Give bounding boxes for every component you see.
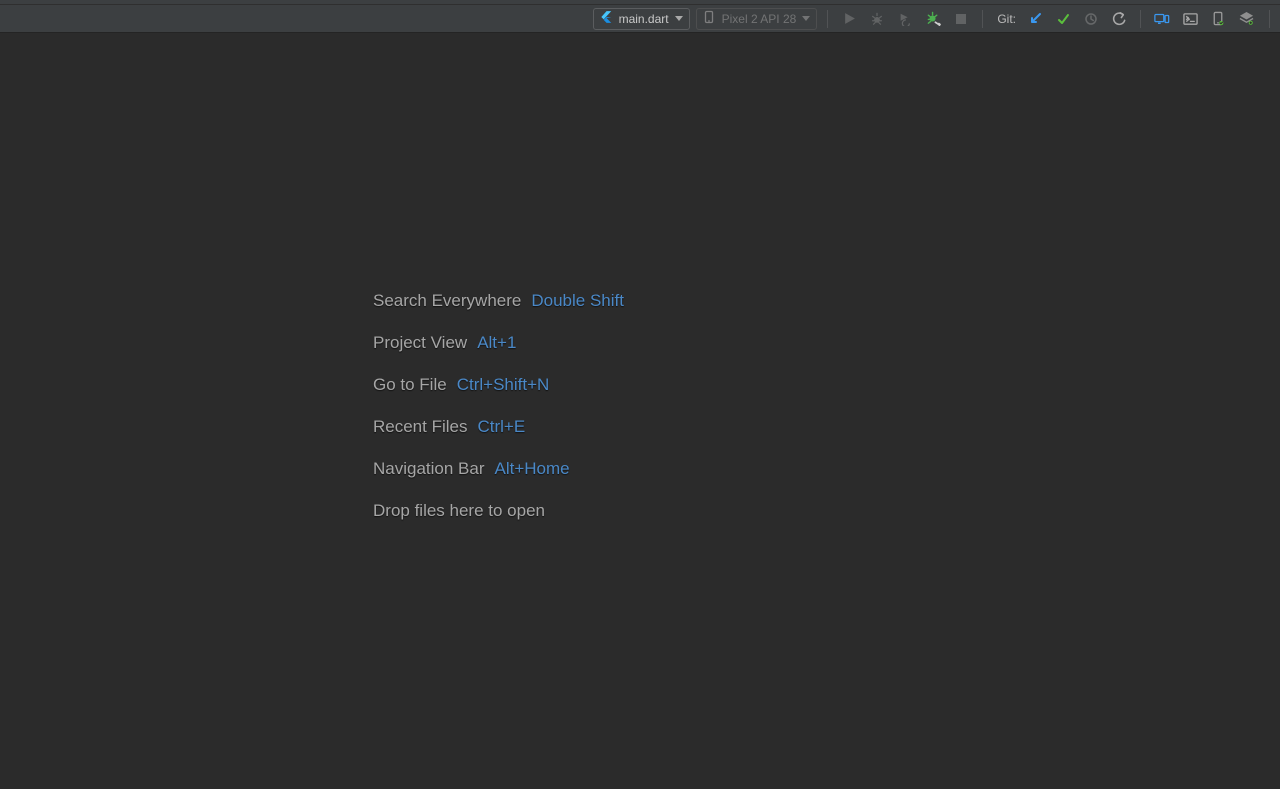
git-history-button[interactable] <box>1080 8 1102 30</box>
hint-label: Recent Files <box>373 416 467 438</box>
run-button[interactable] <box>838 8 860 30</box>
hint-shortcut: Double Shift <box>531 290 624 312</box>
git-revert-button[interactable] <box>1108 8 1130 30</box>
git-commit-button[interactable] <box>1052 8 1074 30</box>
device-label: Pixel 2 API 28 <box>722 12 797 26</box>
device-file-explorer-button[interactable] <box>1207 8 1229 30</box>
hint-label: Drop files here to open <box>373 500 545 522</box>
device-icon <box>702 10 716 27</box>
hint-shortcut: Ctrl+Shift+N <box>457 374 550 396</box>
avd-manager-button[interactable] <box>1151 8 1173 30</box>
run-coverage-button[interactable] <box>894 8 916 30</box>
git-label: Git: <box>993 12 1018 26</box>
hint-label: Go to File <box>373 374 447 396</box>
debug-button[interactable] <box>866 8 888 30</box>
hint-go-to-file: Go to File Ctrl+Shift+N <box>373 374 624 396</box>
toolbar-separator <box>1269 10 1270 28</box>
hint-drop-files: Drop files here to open <box>373 500 624 522</box>
attach-debugger-button[interactable] <box>922 8 944 30</box>
hint-shortcut: Alt+Home <box>495 458 570 480</box>
hint-project-view: Project View Alt+1 <box>373 332 624 354</box>
chevron-down-icon <box>675 15 683 23</box>
device-dropdown[interactable]: Pixel 2 API 28 <box>696 8 818 30</box>
git-pull-button[interactable] <box>1024 8 1046 30</box>
main-toolbar: main.dart Pixel 2 API 28 <box>0 5 1280 33</box>
editor-empty-area[interactable]: Search Everywhere Double Shift Project V… <box>0 33 1280 789</box>
hint-label: Search Everywhere <box>373 290 521 312</box>
run-config-label: main.dart <box>619 12 669 26</box>
toolbar-separator <box>1140 10 1141 28</box>
hint-navigation-bar: Navigation Bar Alt+Home <box>373 458 624 480</box>
hint-label: Navigation Bar <box>373 458 485 480</box>
toolbar-separator <box>827 10 828 28</box>
welcome-hints: Search Everywhere Double Shift Project V… <box>373 290 624 522</box>
hint-shortcut: Ctrl+E <box>477 416 525 438</box>
hint-search-everywhere: Search Everywhere Double Shift <box>373 290 624 312</box>
chevron-down-icon <box>802 15 810 23</box>
hint-recent-files: Recent Files Ctrl+E <box>373 416 624 438</box>
project-structure-button[interactable] <box>1235 8 1257 30</box>
stop-button[interactable] <box>950 8 972 30</box>
sdk-manager-button[interactable] <box>1179 8 1201 30</box>
flutter-icon <box>599 10 613 27</box>
hint-shortcut: Alt+1 <box>477 332 516 354</box>
run-config-dropdown[interactable]: main.dart <box>593 8 690 30</box>
hint-label: Project View <box>373 332 467 354</box>
toolbar-separator <box>982 10 983 28</box>
